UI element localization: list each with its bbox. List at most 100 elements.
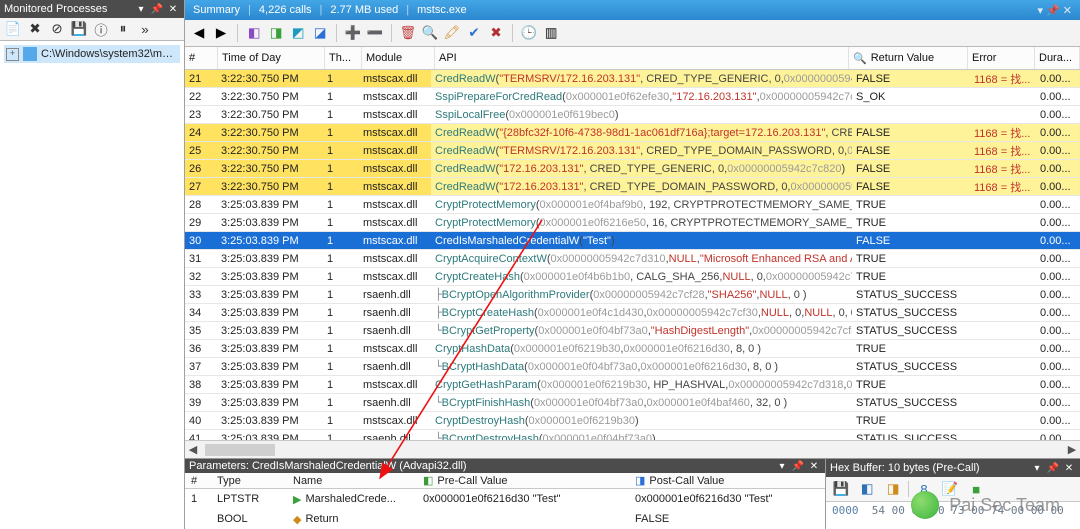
grid-row[interactable]: 233:22:30.750 PM1mstscax.dllSspiLocalFre… xyxy=(185,106,1080,124)
highlight-icon[interactable]: 🖍 xyxy=(442,23,462,43)
view-blue-icon[interactable]: ◪ xyxy=(310,23,330,43)
hex-view-icon[interactable]: ◧ xyxy=(856,479,878,499)
cell-module: rsaenh.dll xyxy=(359,394,431,411)
grid-body[interactable]: 213:22:30.750 PM1mstscax.dllCredReadW ( … xyxy=(185,70,1080,440)
col-error[interactable]: Error xyxy=(968,47,1035,69)
grid-row[interactable]: 313:25:03.839 PM1mstscax.dllCryptAcquire… xyxy=(185,250,1080,268)
grid-row[interactable]: 283:25:03.839 PM1mstscax.dllCryptProtect… xyxy=(185,196,1080,214)
grid-row[interactable]: 353:25:03.839 PM1rsaenh.dll └ BCryptGetP… xyxy=(185,322,1080,340)
params-body[interactable]: 1LPTSTR▶MarshaledCrede...0x000001e0f6216… xyxy=(185,489,825,529)
info-icon[interactable]: ⓘ xyxy=(92,20,110,38)
forward-icon[interactable]: ▶ xyxy=(211,23,231,43)
grid-header[interactable]: # Time of Day Th... Module API 🔍Return V… xyxy=(185,47,1080,70)
pcell-post: 0x000001e0f6216d30 "Test" xyxy=(629,493,825,505)
col-index[interactable]: # xyxy=(185,47,218,69)
clock-icon[interactable]: 🕒 xyxy=(519,23,539,43)
dropdown-icon[interactable]: ▾ xyxy=(1030,461,1044,475)
dropdown-icon[interactable]: ▾ 📌 ✕ xyxy=(1037,4,1072,17)
collapse-tree-icon[interactable]: ➖ xyxy=(365,23,385,43)
col-time[interactable]: Time of Day xyxy=(218,47,325,69)
params-header[interactable]: # Type Name ◧Pre-Call Value ◨Post-Call V… xyxy=(185,473,825,489)
grid-row[interactable]: 333:25:03.839 PM1rsaenh.dll ├ BCryptOpen… xyxy=(185,286,1080,304)
grid-row[interactable]: 393:25:03.839 PM1rsaenh.dll └ BCryptFini… xyxy=(185,394,1080,412)
pin-icon[interactable]: 📌 xyxy=(1046,461,1060,475)
col-api[interactable]: API xyxy=(435,47,849,69)
filter-icon[interactable]: ▥ xyxy=(541,23,561,43)
dropdown-icon[interactable]: ▾ xyxy=(134,2,148,16)
cell-module: mstscax.dll xyxy=(359,106,431,123)
pcol-post[interactable]: ◨Post-Call Value xyxy=(629,474,825,487)
cell-thread: 1 xyxy=(323,232,359,249)
param-row[interactable]: 1LPTSTR▶MarshaledCrede...0x000001e0f6216… xyxy=(185,489,825,509)
close-icon[interactable]: ✕ xyxy=(1062,461,1076,475)
grid-row[interactable]: 303:25:03.839 PM1mstscax.dllCredIsMarsha… xyxy=(185,232,1080,250)
delete-icon[interactable]: ✖ xyxy=(26,20,44,38)
trash-icon[interactable]: 🗑 xyxy=(398,23,418,43)
pause-icon[interactable]: ⏸ xyxy=(114,20,132,38)
view-cyan-icon[interactable]: ◩ xyxy=(288,23,308,43)
byte-icon[interactable]: 8 xyxy=(913,479,935,499)
grid-row[interactable]: 323:25:03.839 PM1mstscax.dllCryptCreateH… xyxy=(185,268,1080,286)
grid-row[interactable]: 223:22:30.750 PM1mstscax.dllSspiPrepareF… xyxy=(185,88,1080,106)
close-icon[interactable]: ✕ xyxy=(166,2,180,16)
pin-icon[interactable]: 📌 xyxy=(791,459,805,473)
grid-row[interactable]: 273:22:30.750 PM1mstscax.dllCredReadW ( … xyxy=(185,178,1080,196)
col-module[interactable]: Module xyxy=(362,47,435,69)
col-thread[interactable]: Th... xyxy=(325,47,362,69)
grid-row[interactable]: 413:25:03.839 PM1rsaenh.dll └ BCryptDest… xyxy=(185,430,1080,440)
cell-return: STATUS_SUCCESS xyxy=(852,430,970,440)
pcol-type[interactable]: Type xyxy=(211,475,287,487)
grid-row[interactable]: 293:25:03.839 PM1mstscax.dllCryptProtect… xyxy=(185,214,1080,232)
grid-row[interactable]: 263:22:30.750 PM1mstscax.dllCredReadW ( … xyxy=(185,160,1080,178)
pcol-pre[interactable]: ◧Pre-Call Value xyxy=(417,474,629,487)
col-return[interactable]: 🔍Return Value xyxy=(849,47,968,69)
hex-body[interactable]: 0000 54 00 65 00 73 00 74 00 00 00 xyxy=(826,502,1080,519)
back-icon[interactable]: ◀ xyxy=(189,23,209,43)
find-icon[interactable]: 🔍 xyxy=(420,23,440,43)
api-grid: # Time of Day Th... Module API 🔍Return V… xyxy=(185,47,1080,458)
pin-icon[interactable]: 📌 xyxy=(150,2,164,16)
close-icon[interactable]: ✕ xyxy=(807,459,821,473)
cell-duration: 0.00... xyxy=(1036,214,1080,231)
horizontal-scrollbar[interactable]: ◀ ▶ xyxy=(185,440,1080,458)
grid-row[interactable]: 213:22:30.750 PM1mstscax.dllCredReadW ( … xyxy=(185,70,1080,88)
expand-tree-icon[interactable]: ➕ xyxy=(343,23,363,43)
pcell-name: ▶MarshaledCrede... xyxy=(287,493,417,506)
dropdown-icon[interactable]: ▾ xyxy=(775,459,789,473)
pcol-idx[interactable]: # xyxy=(185,475,211,487)
grid-row[interactable]: 253:22:30.750 PM1mstscax.dllCredReadW ( … xyxy=(185,142,1080,160)
grid-row[interactable]: 383:25:03.839 PM1mstscax.dllCryptGetHash… xyxy=(185,376,1080,394)
param-row[interactable]: BOOL◆ReturnFALSE xyxy=(185,509,825,529)
grid-row[interactable]: 373:25:03.839 PM1rsaenh.dll └ BCryptHash… xyxy=(185,358,1080,376)
marker-icon[interactable]: ✔ xyxy=(464,23,484,43)
process-tree: + C:\Windows\system32\mstsc.exe xyxy=(0,41,184,529)
grid-row[interactable]: 363:25:03.839 PM1mstscax.dllCryptHashDat… xyxy=(185,340,1080,358)
grid-row[interactable]: 403:25:03.839 PM1mstscax.dllCryptDestroy… xyxy=(185,412,1080,430)
cell-index: 27 xyxy=(185,178,217,195)
view-green-icon[interactable]: ◨ xyxy=(266,23,286,43)
cell-thread: 1 xyxy=(323,196,359,213)
cross-icon[interactable]: ✖ xyxy=(486,23,506,43)
grid-row[interactable]: 343:25:03.839 PM1rsaenh.dll ├ BCryptCrea… xyxy=(185,304,1080,322)
process-tree-item[interactable]: + C:\Windows\system32\mstsc.exe xyxy=(4,45,180,63)
cell-time: 3:22:30.750 PM xyxy=(217,124,323,141)
cell-error: 1168 = 找... xyxy=(970,142,1036,159)
expand-icon[interactable]: + xyxy=(6,48,19,61)
hex-save-icon[interactable]: 💾 xyxy=(830,479,852,499)
save-icon[interactable]: 💾 xyxy=(70,20,88,38)
pcol-name[interactable]: Name xyxy=(287,475,417,487)
clear-icon[interactable]: ⊘ xyxy=(48,20,66,38)
new-icon[interactable]: 📄 xyxy=(4,20,22,38)
hex-mode-icon[interactable]: ◨ xyxy=(882,479,904,499)
colorize-icon[interactable]: ■ xyxy=(965,479,987,499)
more-icon[interactable]: » xyxy=(136,20,154,38)
col-duration[interactable]: Dura... xyxy=(1035,47,1080,69)
cell-duration: 0.00... xyxy=(1036,322,1080,339)
view-purple-icon[interactable]: ◧ xyxy=(244,23,264,43)
grid-row[interactable]: 243:22:30.750 PM1mstscax.dllCredReadW ( … xyxy=(185,124,1080,142)
scroll-thumb[interactable] xyxy=(205,444,275,456)
scroll-right-icon[interactable]: ▶ xyxy=(1064,442,1080,458)
annotate-icon[interactable]: 📝 xyxy=(939,479,961,499)
cell-index: 21 xyxy=(185,70,217,87)
scroll-left-icon[interactable]: ◀ xyxy=(185,442,201,458)
